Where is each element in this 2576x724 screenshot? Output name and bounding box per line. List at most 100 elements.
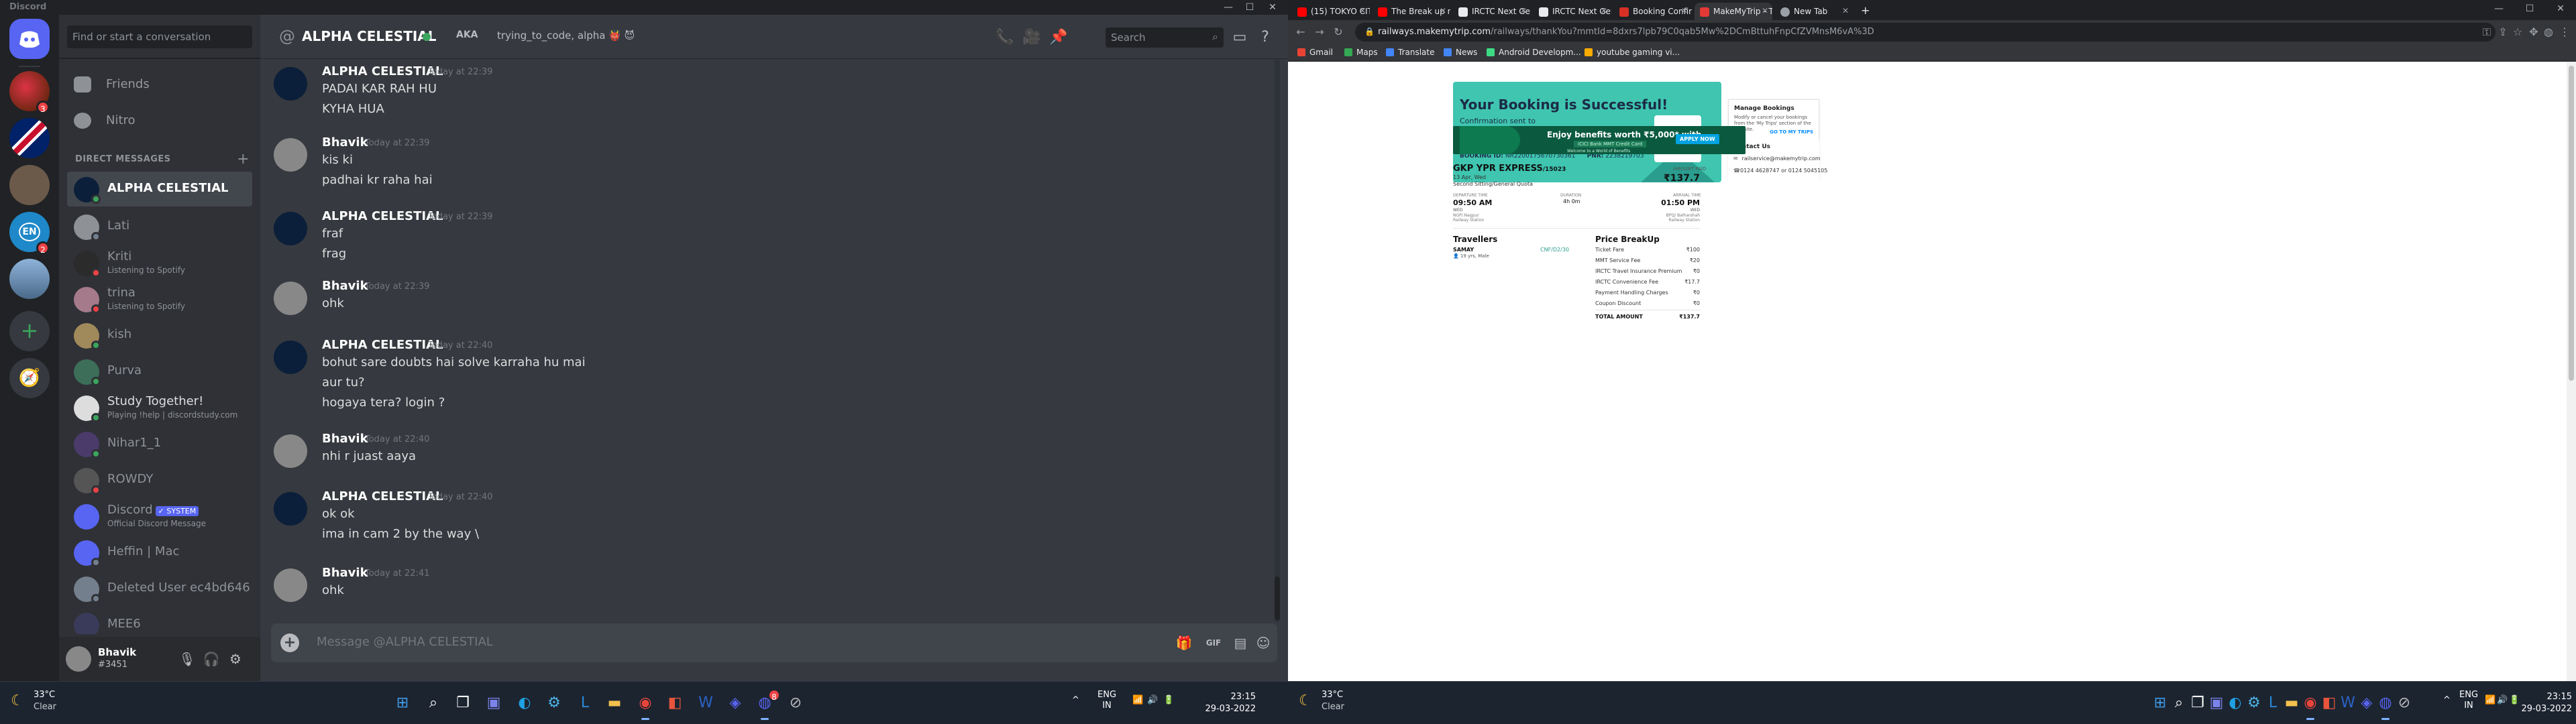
- gif-button[interactable]: GIF: [1203, 633, 1224, 653]
- chrome-icon[interactable]: ◉: [633, 691, 657, 720]
- browser-tab[interactable]: IRCTC Next Generation eTicketi... ✕: [1534, 3, 1611, 20]
- browser-tab[interactable]: (15) TOKYO CITY IN DANGER - Y ✕: [1292, 3, 1370, 20]
- message-author[interactable]: Bhavik: [322, 135, 368, 149]
- help-icon[interactable]: ?: [1256, 28, 1275, 47]
- avatar[interactable]: [274, 282, 307, 315]
- minimize-icon[interactable]: —: [2489, 1, 2509, 16]
- nav-nitro[interactable]: Nitro: [67, 105, 252, 137]
- close-icon[interactable]: ✕: [2551, 1, 2571, 16]
- clock[interactable]: 23:15 29-03-2022: [1193, 691, 1256, 715]
- dm-item[interactable]: Purva: [67, 354, 252, 389]
- battery-icon[interactable]: 🔋: [2509, 695, 2520, 705]
- windows-start-icon[interactable]: ⊞: [390, 691, 415, 715]
- volume-icon[interactable]: 🔊: [1147, 695, 1158, 705]
- browser-tab[interactable]: IRCTC Next Generation eTicketi... ✕: [1453, 3, 1531, 20]
- settings-icon[interactable]: ⚙: [542, 691, 566, 715]
- browser-tab[interactable]: New Tab ✕: [1775, 3, 1853, 20]
- bookmark-maps[interactable]: Maps: [1344, 48, 1378, 57]
- scrollbar-thumb[interactable]: [2569, 66, 2574, 381]
- home-discord-icon[interactable]: [9, 19, 50, 59]
- lock-icon[interactable]: 🔒: [1364, 27, 1375, 36]
- tray-chevron-icon[interactable]: ^: [2443, 695, 2451, 705]
- bookmark-youtube-gaming[interactable]: youtube gaming vi...: [1585, 48, 1680, 57]
- clock[interactable]: 23:15 29-03-2022: [2521, 691, 2572, 715]
- explore-compass-icon[interactable]: 🧭: [9, 358, 50, 398]
- dm-search-input[interactable]: Find or start a conversation: [67, 25, 252, 48]
- avatar[interactable]: [66, 646, 91, 672]
- dm-item[interactable]: Lati: [67, 209, 252, 244]
- bookmark-gmail[interactable]: Gmail: [1297, 48, 1333, 57]
- microphone-icon[interactable]: 🎙: [178, 650, 196, 668]
- attach-plus-icon[interactable]: +: [280, 634, 299, 652]
- call-icon[interactable]: 📞: [996, 28, 1014, 47]
- dm-item[interactable]: Kriti Listening to Spotify: [67, 245, 252, 280]
- back-icon[interactable]: ←: [1293, 25, 1308, 38]
- dm-item[interactable]: Nihar1_1: [67, 426, 252, 461]
- message-input[interactable]: Message @ALPHA CELESTIAL: [317, 635, 493, 649]
- tray-chevron-icon[interactable]: ^: [1072, 695, 1079, 705]
- avatar[interactable]: [274, 67, 307, 101]
- scrollbar-thumb[interactable]: [1275, 577, 1280, 620]
- app-icon[interactable]: ⊘: [784, 691, 808, 715]
- avatar[interactable]: [274, 212, 307, 245]
- dm-item[interactable]: Discord ✓ SYSTEM Official Discord Message: [67, 499, 252, 534]
- close-tab-icon[interactable]: ✕: [1762, 6, 1768, 15]
- chat-scrollbar[interactable]: [1275, 59, 1280, 622]
- settings-gear-icon[interactable]: ⚙: [227, 650, 244, 668]
- message-author[interactable]: Bhavik: [322, 279, 368, 293]
- server-icon[interactable]: [9, 165, 50, 205]
- message-author[interactable]: ALPHA CELESTIAL: [322, 489, 443, 503]
- message-author[interactable]: ALPHA CELESTIAL: [322, 338, 443, 352]
- edge-browser-icon[interactable]: ◐: [513, 691, 537, 715]
- message-author[interactable]: Bhavik: [322, 432, 368, 446]
- bookmark-android[interactable]: Android Developm...: [1487, 48, 1581, 57]
- server-icon[interactable]: [9, 259, 50, 299]
- message-author[interactable]: ALPHA CELESTIAL: [322, 209, 443, 223]
- avatar[interactable]: [274, 341, 307, 374]
- maximize-icon[interactable]: ☐: [1240, 0, 1260, 15]
- maximize-icon[interactable]: ☐: [2520, 1, 2540, 16]
- dm-item[interactable]: Deleted User ec4bd646: [67, 571, 252, 606]
- close-tab-icon[interactable]: ✕: [1601, 6, 1607, 15]
- wifi-icon[interactable]: 📶: [1132, 695, 1143, 705]
- pin-icon[interactable]: 📌: [1049, 28, 1068, 47]
- volume-icon[interactable]: 🔊: [2497, 695, 2508, 705]
- dm-item[interactable]: Study Together! Playing !help | discords…: [67, 390, 252, 425]
- word-icon[interactable]: W: [694, 691, 718, 715]
- file-explorer-icon[interactable]: ▬: [602, 691, 627, 715]
- message-author[interactable]: Bhavik: [322, 566, 368, 580]
- contact-email-row[interactable]: ✉ railservice@makemytrip.com: [1733, 156, 1821, 162]
- browser-tab[interactable]: The Break up mashup 💔😢| 5... ✕: [1373, 3, 1450, 20]
- language-indicator[interactable]: ENG IN: [2459, 690, 2478, 711]
- reload-icon[interactable]: ↻: [1331, 25, 1346, 38]
- server-icon[interactable]: [9, 118, 50, 158]
- dm-item[interactable]: kish: [67, 318, 252, 353]
- browser-tab[interactable]: Booking Confirmation on IRCTC ✕: [1614, 3, 1692, 20]
- wifi-icon[interactable]: 📶: [2485, 695, 2496, 705]
- close-tab-icon[interactable]: ✕: [1440, 6, 1446, 15]
- task-view-icon[interactable]: ❐: [451, 691, 475, 715]
- video-call-icon[interactable]: 🎥: [1022, 28, 1041, 47]
- dm-item[interactable]: ROWDY: [67, 463, 252, 497]
- add-server-icon[interactable]: +: [9, 311, 50, 351]
- bookmark-news[interactable]: News: [1444, 48, 1477, 57]
- close-tab-icon[interactable]: ✕: [1359, 6, 1366, 15]
- key-icon[interactable]: ⚿: [2479, 25, 2494, 39]
- extensions-icon[interactable]: ✥: [2526, 25, 2541, 38]
- office-icon[interactable]: ◧: [663, 691, 687, 715]
- menu-kebab-icon[interactable]: ⋮: [2557, 25, 2572, 38]
- avatar[interactable]: [274, 434, 307, 468]
- battery-icon[interactable]: 🔋: [1163, 695, 1174, 705]
- avatar[interactable]: [274, 568, 307, 602]
- share-icon[interactable]: ⇪: [2496, 25, 2510, 38]
- search-icon[interactable]: ⌕: [421, 691, 445, 715]
- avatar[interactable]: [274, 138, 307, 172]
- go-to-my-trips-link[interactable]: GO TO MY TRIPS: [1770, 129, 1813, 135]
- chat-search-input[interactable]: Search ⌕: [1106, 27, 1224, 48]
- browser-tab-active[interactable]: MakeMyTrip - Trains ✕: [1695, 3, 1772, 20]
- headphones-icon[interactable]: 🎧: [203, 650, 220, 668]
- dm-item[interactable]: Heffin | Mac: [67, 535, 252, 570]
- profile-icon[interactable]: ◍: [2541, 25, 2556, 38]
- sticker-icon[interactable]: ▤: [1230, 633, 1250, 653]
- inbox-icon[interactable]: ▭: [1230, 28, 1249, 47]
